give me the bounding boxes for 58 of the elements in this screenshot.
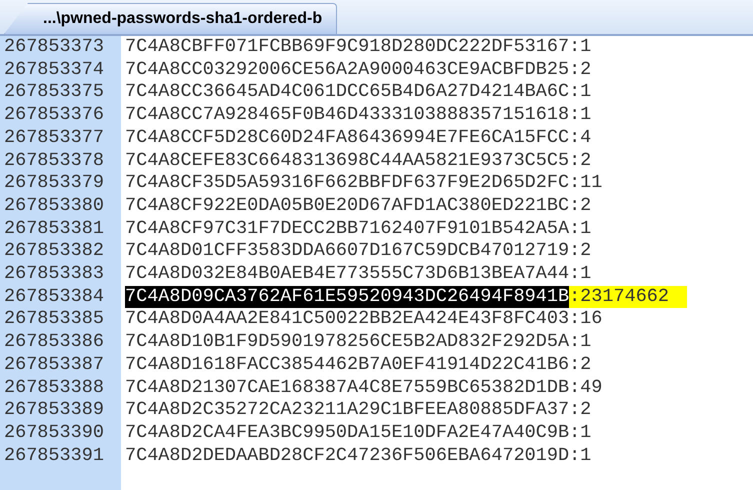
hash-text: 7C4A8D21307CAE168387A4C8E7559BC65382D1DB	[125, 376, 570, 400]
hash-text: 7C4A8CC03292006CE56A2A9000463CE9ACBFDB25	[125, 58, 570, 82]
count-text: :11	[569, 172, 602, 195]
count-text: :2	[569, 240, 592, 264]
count-text: :2	[569, 150, 592, 172]
line-number: 267853385	[3, 308, 105, 332]
hash-text: 7C4A8CC7A928465F0B46D4333103888357151618	[125, 104, 570, 127]
line-number: 267853378	[3, 150, 105, 172]
count-text: :2	[569, 58, 592, 82]
line-number: 267853391	[3, 444, 105, 468]
line-number: 267853386	[3, 331, 105, 354]
hash-text: 7C4A8CBFF071FCBB69F9C918D280DC222DF53167	[125, 36, 570, 59]
line-number: 267853377	[3, 126, 105, 150]
count-text: :49	[569, 376, 602, 400]
line-number: 267853381	[3, 218, 105, 240]
hash-text: 7C4A8D2DEDAABD28CF2C47236F506EBA6472019D	[125, 444, 570, 468]
line-number: 267853388	[3, 376, 105, 400]
count-text: :1	[569, 263, 592, 286]
line-number: 267853373	[3, 36, 105, 59]
hash-text: 7C4A8CC36645AD4C061DCC65B4D6A27D4214BA6C	[125, 81, 570, 104]
line-number: 267853387	[3, 354, 105, 377]
line-number: 267853389	[3, 399, 105, 422]
count-text: :1	[569, 218, 592, 240]
hash-text: 7C4A8D01CFF3583DDA6607D167C59DCB47012719	[125, 240, 570, 264]
line-number: 267853376	[3, 104, 105, 127]
count-text: :23174662	[569, 286, 687, 308]
count-text: :2	[569, 399, 592, 422]
hash-text: 7C4A8D032E84B0AEB4E773555C73D6B13BEA7A44	[125, 263, 570, 286]
hash-text: 7C4A8CCF5D28C60D24FA86436994E7FE6CA15FCC	[125, 126, 570, 150]
hash-text: 7C4A8D2CA4FEA3BC9950DA15E10DFA2E47A40C9B	[125, 422, 570, 445]
hash-text: 7C4A8CF97C31F7DECC2BB7162407F9101B542A5A	[125, 218, 570, 240]
hash-text: 7C4A8D0A4AA2E841C50022BB2EA424E43F8FC403	[125, 308, 570, 332]
hash-text: 7C4A8D1618FACC3854462B7A0EF41914D22C41B6	[125, 354, 570, 377]
count-text: :1	[569, 444, 592, 468]
hash-text: 7C4A8CF35D5A59316F662BBFDF637F9E2D65D2FC	[125, 172, 570, 195]
line-number: 267853374	[3, 58, 105, 82]
count-text: :4	[569, 126, 592, 150]
hash-text: 7C4A8D2C35272CA23211A29C1BFEEA80885DFA37	[125, 399, 570, 422]
file-tab[interactable]: ...\pwned-passwords-sha1-ordered-b	[4, 3, 338, 34]
count-text: :1	[569, 81, 592, 104]
count-text: :2	[569, 354, 592, 377]
line-number: 267853380	[3, 194, 105, 218]
hash-text: 7C4A8D09CA3762AF61E59520943DC26494F8941B	[125, 286, 570, 308]
line-number: 267853384	[3, 286, 105, 308]
hash-text: 7C4A8D10B1F9D5901978256CE5B2AD832F292D5A	[125, 331, 570, 354]
line-number: 267853390	[3, 422, 105, 445]
count-text: :2	[569, 194, 592, 218]
line-number: 267853382	[3, 240, 105, 264]
count-text: :1	[569, 36, 592, 59]
line-number: 267853375	[3, 81, 105, 104]
count-text: :1	[569, 422, 592, 445]
hash-text: 7C4A8CEFE83C6648313698C44AA5821E9373C5C5	[125, 150, 570, 172]
line-number: 267853379	[3, 172, 105, 195]
hash-text: 7C4A8CF922E0DA05B0E20D67AFD1AC380ED221BC	[125, 194, 570, 218]
count-text: :16	[569, 308, 602, 332]
line-number: 267853383	[3, 263, 105, 286]
count-text: :1	[569, 331, 592, 354]
count-text: :1	[569, 104, 592, 127]
